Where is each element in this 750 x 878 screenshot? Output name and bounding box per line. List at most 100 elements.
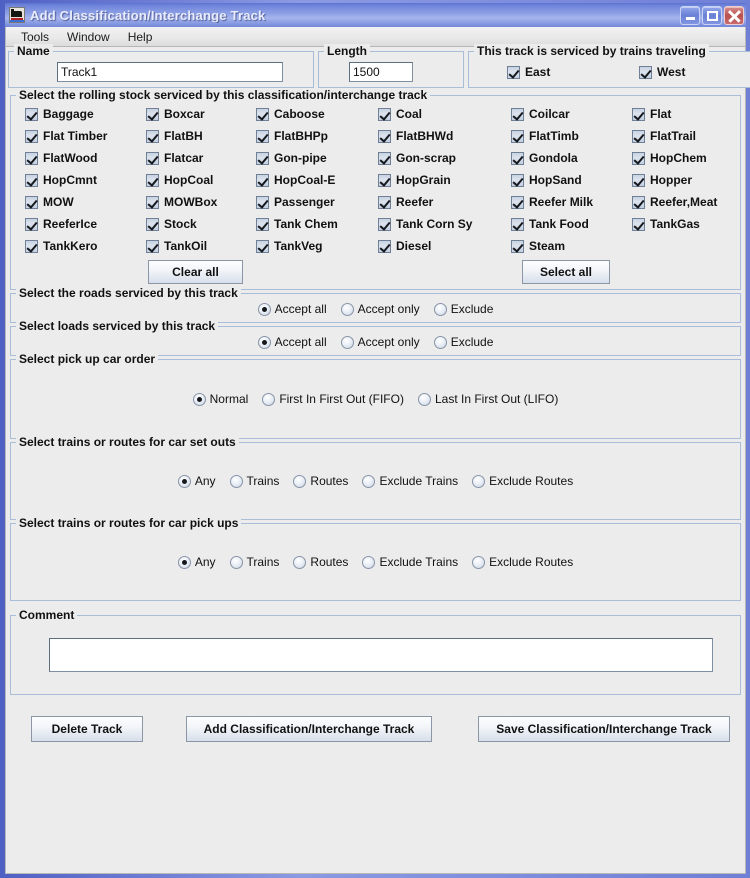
rolling-stock-checkbox[interactable]: TankKero bbox=[25, 239, 146, 253]
clear-all-button[interactable]: Clear all bbox=[148, 260, 243, 284]
rolling-stock-checkbox[interactable]: Reefer,Meat bbox=[632, 195, 740, 209]
pickup-order-radio[interactable]: Normal bbox=[193, 392, 249, 406]
rolling-stock-checkbox[interactable]: Tank Corn Sy bbox=[378, 217, 511, 231]
rolling-stock-checkbox[interactable]: Diesel bbox=[378, 239, 511, 253]
pick-ups-label: Any bbox=[195, 555, 216, 569]
add-track-button[interactable]: Add Classification/Interchange Track bbox=[186, 716, 432, 742]
set-outs-radio[interactable]: Exclude Trains bbox=[362, 474, 458, 488]
rolling-stock-checkbox[interactable]: Gon-pipe bbox=[256, 151, 378, 165]
delete-track-button[interactable]: Delete Track bbox=[31, 716, 143, 742]
menu-help[interactable]: Help bbox=[119, 28, 162, 46]
rolling-stock-checkbox[interactable]: TankOil bbox=[146, 239, 256, 253]
save-track-button[interactable]: Save Classification/Interchange Track bbox=[478, 716, 730, 742]
name-group: Name bbox=[8, 51, 314, 88]
checkbox-icon bbox=[25, 196, 38, 209]
roads-radio[interactable]: Accept only bbox=[341, 302, 420, 316]
rolling-stock-checkbox[interactable]: Flat bbox=[632, 107, 740, 121]
rolling-stock-checkbox[interactable]: FlatBHWd bbox=[378, 129, 511, 143]
rolling-stock-checkbox[interactable]: Flatcar bbox=[146, 151, 256, 165]
rolling-stock-checkbox[interactable]: HopCoal-E bbox=[256, 173, 378, 187]
rolling-stock-label: TankVeg bbox=[274, 239, 322, 253]
checkbox-icon bbox=[507, 66, 520, 79]
rolling-stock-checkbox[interactable]: Tank Chem bbox=[256, 217, 378, 231]
rolling-stock-label: Passenger bbox=[274, 195, 335, 209]
rolling-stock-checkbox[interactable]: Steam bbox=[511, 239, 632, 253]
set-outs-radio[interactable]: Any bbox=[178, 474, 216, 488]
name-group-legend: Name bbox=[14, 44, 53, 58]
set-outs-radio[interactable]: Exclude Routes bbox=[472, 474, 573, 488]
rolling-stock-checkbox[interactable]: Reefer bbox=[378, 195, 511, 209]
pick-ups-radio[interactable]: Trains bbox=[230, 555, 280, 569]
pick-ups-radio[interactable]: Exclude Routes bbox=[472, 555, 573, 569]
pickup-order-radio[interactable]: Last In First Out (LIFO) bbox=[418, 392, 558, 406]
rolling-stock-checkbox[interactable]: FlatBHPp bbox=[256, 129, 378, 143]
rolling-stock-checkbox[interactable]: MOWBox bbox=[146, 195, 256, 209]
pick-ups-radio[interactable]: Exclude Trains bbox=[362, 555, 458, 569]
set-outs-label: Exclude Trains bbox=[379, 474, 458, 488]
rolling-stock-legend: Select the rolling stock serviced by thi… bbox=[16, 88, 430, 102]
rolling-stock-checkbox[interactable]: FlatBH bbox=[146, 129, 256, 143]
rolling-stock-label: Tank Chem bbox=[274, 217, 338, 231]
roads-label: Accept all bbox=[275, 302, 327, 316]
comment-input[interactable] bbox=[49, 638, 713, 672]
rolling-stock-checkbox[interactable]: Caboose bbox=[256, 107, 378, 121]
minimize-button[interactable] bbox=[680, 6, 700, 25]
rolling-stock-checkbox[interactable]: Coal bbox=[378, 107, 511, 121]
rolling-stock-button-row: Clear all Select all bbox=[11, 253, 740, 289]
pickup-order-radio[interactable]: First In First Out (FIFO) bbox=[262, 392, 404, 406]
pick-ups-radio[interactable]: Any bbox=[178, 555, 216, 569]
rolling-stock-label: Reefer,Meat bbox=[650, 195, 717, 209]
roads-radio[interactable]: Accept all bbox=[258, 302, 327, 316]
rolling-stock-checkbox[interactable]: HopGrain bbox=[378, 173, 511, 187]
direction-checkbox-east[interactable]: East bbox=[507, 65, 639, 79]
rolling-stock-checkbox[interactable]: TankVeg bbox=[256, 239, 378, 253]
rolling-stock-checkbox[interactable]: Hopper bbox=[632, 173, 740, 187]
rolling-stock-checkbox[interactable]: Stock bbox=[146, 217, 256, 231]
checkbox-icon bbox=[639, 66, 652, 79]
rolling-stock-checkbox[interactable]: HopCoal bbox=[146, 173, 256, 187]
rolling-stock-label: TankOil bbox=[164, 239, 207, 253]
window-title: Add Classification/Interchange Track bbox=[30, 8, 680, 23]
pick-ups-radio[interactable]: Routes bbox=[293, 555, 348, 569]
direction-checkbox-west[interactable]: West bbox=[639, 65, 750, 79]
rolling-stock-checkbox[interactable]: Gon-scrap bbox=[378, 151, 511, 165]
checkbox-icon bbox=[378, 108, 391, 121]
rolling-stock-checkbox[interactable]: FlatTrail bbox=[632, 129, 740, 143]
pick-ups-label: Routes bbox=[310, 555, 348, 569]
menu-tools[interactable]: Tools bbox=[12, 28, 58, 46]
close-button[interactable] bbox=[724, 6, 744, 25]
rolling-stock-checkbox[interactable]: MOW bbox=[25, 195, 146, 209]
rolling-stock-checkbox[interactable]: Reefer Milk bbox=[511, 195, 632, 209]
rolling-stock-checkbox[interactable]: Boxcar bbox=[146, 107, 256, 121]
track-name-input[interactable] bbox=[57, 62, 283, 82]
rolling-stock-checkbox[interactable]: Tank Food bbox=[511, 217, 632, 231]
rolling-stock-label: Coilcar bbox=[529, 107, 570, 121]
maximize-button[interactable] bbox=[702, 6, 722, 25]
rolling-stock-checkbox[interactable]: Flat Timber bbox=[25, 129, 146, 143]
rolling-stock-checkbox[interactable]: FlatWood bbox=[25, 151, 146, 165]
rolling-stock-checkbox[interactable]: Passenger bbox=[256, 195, 378, 209]
checkbox-icon bbox=[632, 218, 645, 231]
rolling-stock-checkbox[interactable]: HopCmnt bbox=[25, 173, 146, 187]
track-length-input[interactable] bbox=[349, 62, 413, 82]
rolling-stock-checkbox[interactable]: HopChem bbox=[632, 151, 740, 165]
checkbox-icon bbox=[256, 196, 269, 209]
roads-radio[interactable]: Exclude bbox=[434, 302, 494, 316]
loads-radio[interactable]: Exclude bbox=[434, 335, 494, 349]
rolling-stock-checkbox[interactable]: Baggage bbox=[25, 107, 146, 121]
rolling-stock-checkbox[interactable]: Gondola bbox=[511, 151, 632, 165]
rolling-stock-label: HopSand bbox=[529, 173, 582, 187]
set-outs-radio[interactable]: Routes bbox=[293, 474, 348, 488]
rolling-stock-checkbox[interactable]: HopSand bbox=[511, 173, 632, 187]
rolling-stock-checkbox[interactable]: Coilcar bbox=[511, 107, 632, 121]
checkbox-icon bbox=[511, 196, 524, 209]
select-all-button[interactable]: Select all bbox=[522, 260, 610, 284]
set-outs-label: Any bbox=[195, 474, 216, 488]
rolling-stock-checkbox[interactable]: ReeferIce bbox=[25, 217, 146, 231]
loads-radio[interactable]: Accept only bbox=[341, 335, 420, 349]
menu-window[interactable]: Window bbox=[58, 28, 119, 46]
rolling-stock-checkbox[interactable]: TankGas bbox=[632, 217, 740, 231]
rolling-stock-checkbox[interactable]: FlatTimb bbox=[511, 129, 632, 143]
loads-radio[interactable]: Accept all bbox=[258, 335, 327, 349]
set-outs-radio[interactable]: Trains bbox=[230, 474, 280, 488]
